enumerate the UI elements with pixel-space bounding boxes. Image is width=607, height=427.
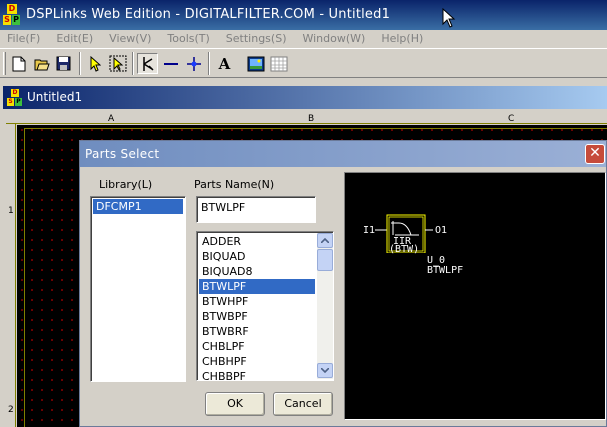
list-item[interactable]: DFCMP1 bbox=[93, 199, 183, 214]
input-pin-label: I1 bbox=[363, 225, 376, 236]
app-title: DSPLinks Web Edition - DIGITALFILTER.COM… bbox=[26, 7, 391, 22]
library-label: Library(L) bbox=[99, 178, 153, 191]
parts-list[interactable]: ADDER BIQUAD BIQUAD8 BTWLPF BTWHPF BTWBP… bbox=[196, 231, 334, 381]
ruler-row-label: 1 bbox=[8, 206, 14, 216]
menu-help[interactable]: Help(H) bbox=[381, 30, 423, 47]
menu-view[interactable]: View(V) bbox=[109, 30, 151, 47]
mouse-cursor-icon bbox=[442, 8, 456, 28]
close-icon: ✕ bbox=[589, 145, 601, 161]
chevron-up-icon bbox=[321, 238, 329, 243]
junction-button[interactable] bbox=[183, 53, 204, 74]
text-tool-button[interactable]: A bbox=[214, 53, 235, 74]
save-button[interactable] bbox=[53, 53, 74, 74]
row-ruler: 1 2 bbox=[6, 124, 16, 427]
part-preview: I1 IIR (BTW) O1 U_0 BTWLPF bbox=[344, 172, 606, 420]
save-icon bbox=[56, 56, 71, 71]
menu-bar: File(F) Edit(E) View(V) Tools(T) Setting… bbox=[0, 30, 607, 47]
ruler-row-label: 2 bbox=[8, 405, 14, 415]
junction-icon bbox=[186, 56, 201, 71]
list-item[interactable]: BIQUAD bbox=[199, 249, 315, 264]
menu-file[interactable]: File(F) bbox=[7, 30, 40, 47]
list-item[interactable]: BTWBPF bbox=[199, 309, 315, 324]
multi-select-icon bbox=[109, 55, 126, 72]
dialog-title-bar[interactable]: Parts Select ✕ bbox=[80, 141, 606, 167]
document-title: Untitled1 bbox=[27, 90, 83, 104]
text-icon: A bbox=[218, 54, 231, 73]
dialog-title: Parts Select bbox=[85, 147, 160, 161]
toolbar-grip[interactable] bbox=[3, 52, 6, 75]
multi-select-button[interactable] bbox=[107, 53, 128, 74]
app-logo-icon: D S P bbox=[3, 4, 20, 25]
parts-name-label: Parts Name(N) bbox=[194, 178, 275, 191]
output-pin-label: O1 bbox=[435, 225, 448, 236]
image-tool-button[interactable] bbox=[245, 53, 266, 74]
list-item[interactable]: ADDER bbox=[199, 234, 315, 249]
image-icon bbox=[247, 56, 264, 71]
list-item[interactable]: CHBHPF bbox=[199, 354, 315, 369]
grid-icon bbox=[270, 56, 287, 71]
wire-button[interactable] bbox=[160, 53, 181, 74]
ruler-col-label: A bbox=[108, 114, 115, 124]
scroll-down-button[interactable] bbox=[317, 363, 333, 378]
list-item[interactable]: BTWBRF bbox=[199, 324, 315, 339]
place-part-icon bbox=[142, 56, 154, 71]
new-button[interactable] bbox=[8, 53, 29, 74]
ruler-col-label: C bbox=[508, 114, 515, 124]
document-title-bar[interactable]: D S P Untitled1 bbox=[3, 86, 607, 109]
grid-button[interactable] bbox=[268, 53, 289, 74]
preview-part-name: BTWLPF bbox=[427, 265, 464, 276]
toolbar-separator bbox=[79, 52, 81, 75]
list-item[interactable]: BTWHPF bbox=[199, 294, 315, 309]
wire-icon bbox=[163, 62, 178, 65]
list-item[interactable]: BTWLPF bbox=[199, 279, 315, 294]
open-icon bbox=[34, 59, 50, 70]
cancel-button[interactable]: Cancel bbox=[273, 392, 333, 416]
toolbar-separator bbox=[132, 52, 134, 75]
menu-edit[interactable]: Edit(E) bbox=[56, 30, 93, 47]
open-button[interactable] bbox=[31, 53, 52, 74]
list-item[interactable]: CHBLPF bbox=[199, 339, 315, 354]
scroll-thumb[interactable] bbox=[317, 249, 333, 271]
toolbar-separator bbox=[208, 52, 210, 75]
new-icon bbox=[12, 56, 25, 71]
library-list[interactable]: DFCMP1 bbox=[90, 196, 186, 382]
column-ruler: A B C bbox=[6, 114, 607, 124]
scroll-up-button[interactable] bbox=[317, 233, 333, 248]
close-button[interactable]: ✕ bbox=[585, 144, 605, 164]
document-icon: D S P bbox=[7, 88, 22, 106]
place-part-button[interactable] bbox=[137, 53, 158, 74]
select-arrow-icon bbox=[90, 55, 101, 72]
menu-tools[interactable]: Tools(T) bbox=[167, 30, 209, 47]
list-item[interactable]: CHBBPF bbox=[199, 369, 315, 380]
parts-list-scrollbar[interactable] bbox=[317, 233, 333, 379]
menu-settings[interactable]: Settings(S) bbox=[226, 30, 287, 47]
parts-name-field[interactable]: BTWLPF bbox=[196, 196, 316, 223]
menu-window[interactable]: Window(W) bbox=[302, 30, 365, 47]
chevron-down-icon bbox=[321, 368, 329, 373]
block-label-line2: (BTW) bbox=[389, 244, 420, 255]
ruler-col-label: B bbox=[308, 114, 315, 124]
select-button[interactable] bbox=[84, 53, 105, 74]
list-item[interactable]: BIQUAD8 bbox=[199, 264, 315, 279]
toolbar: A bbox=[0, 48, 607, 78]
parts-list-items: ADDER BIQUAD BIQUAD8 BTWLPF BTWHPF BTWBP… bbox=[197, 232, 315, 380]
app-title-bar[interactable]: D S P DSPLinks Web Edition - DIGITALFILT… bbox=[0, 0, 607, 30]
ok-button[interactable]: OK bbox=[205, 392, 265, 416]
